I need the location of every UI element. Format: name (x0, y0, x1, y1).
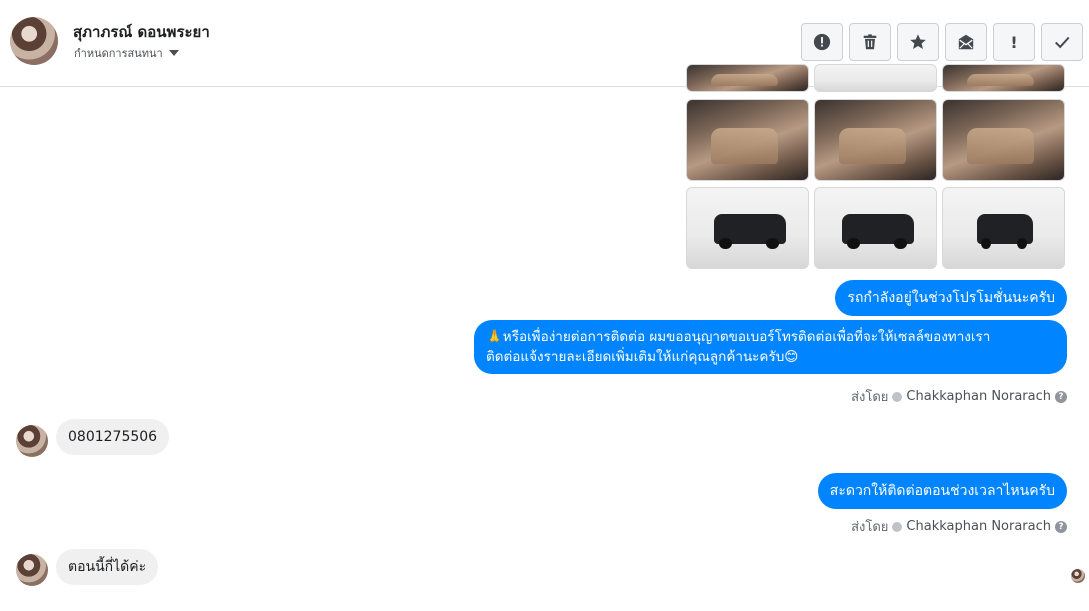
agent-name[interactable]: Chakkaphan Norarach (906, 519, 1051, 534)
verified-icon (892, 391, 903, 402)
assign-label: กำหนดการสนทนา (74, 47, 163, 60)
car-interior-photo[interactable] (686, 99, 809, 181)
car-exterior-photo[interactable] (686, 187, 809, 269)
contact-avatar-small[interactable] (16, 554, 48, 586)
delete-button[interactable] (849, 23, 891, 61)
mark-done-button[interactable] (1041, 23, 1083, 61)
outgoing-message[interactable]: สะดวกให้ติดต่อตอนช่วงเวลาไหนครับ (817, 473, 1067, 509)
contact-avatar[interactable] (10, 17, 58, 65)
car-exterior-photo[interactable] (942, 187, 1065, 269)
outgoing-message[interactable]: รถกำลังอยู่ในช่วงโปรโมชั่นนะครับ (835, 280, 1067, 316)
report-spam-button[interactable] (801, 23, 843, 61)
sent-by-label: ส่งโดย Chakkaphan Norarach ? (851, 516, 1067, 537)
help-icon[interactable]: ? (1055, 520, 1067, 533)
envelope-icon (958, 34, 974, 50)
exclamation-icon: ! (1010, 32, 1018, 52)
help-icon[interactable]: ? (1055, 390, 1067, 403)
checkmark-icon (1054, 36, 1070, 49)
car-interior-photo[interactable] (942, 99, 1065, 181)
follow-up-button[interactable]: ! (993, 23, 1035, 61)
alert-circle-icon (813, 33, 831, 51)
star-icon (910, 34, 926, 50)
toolbar: ! (801, 23, 1083, 61)
car-photo[interactable] (942, 64, 1065, 92)
star-button[interactable] (897, 23, 939, 61)
contact-name[interactable]: สุภาภรณ์ ดอนพระยา (73, 20, 210, 44)
trash-icon (863, 34, 877, 50)
message-line: 🙏หรือเพื่อง่ายต่อการติดต่อ ผมขออนุญาตขอเ… (486, 329, 991, 345)
outgoing-message[interactable]: 🙏หรือเพื่อง่ายต่อการติดต่อ ผมขออนุญาตขอเ… (474, 320, 1067, 374)
agent-name[interactable]: Chakkaphan Norarach (906, 389, 1051, 404)
car-photo[interactable] (686, 64, 809, 92)
sent-by-label: ส่งโดย Chakkaphan Norarach ? (851, 386, 1067, 407)
car-photo[interactable] (814, 64, 937, 92)
seen-indicator-avatar (1071, 569, 1085, 583)
incoming-message[interactable]: ตอนนี้กี่ได้ค่ะ (56, 549, 159, 585)
car-interior-photo[interactable] (814, 99, 937, 181)
sent-by-prefix: ส่งโดย (851, 520, 889, 535)
message-line: ติดต่อแจ้งรายละเอียดเพิ่มเติมให้แก่คุณลู… (486, 349, 799, 365)
car-exterior-photo[interactable] (814, 187, 937, 269)
assign-conversation-dropdown[interactable]: กำหนดการสนทนา (74, 44, 179, 62)
contact-avatar-small[interactable] (16, 425, 48, 457)
sent-by-prefix: ส่งโดย (851, 390, 889, 405)
mark-unread-button[interactable] (945, 23, 987, 61)
verified-icon (892, 521, 903, 532)
incoming-message[interactable]: 0801275506 (56, 419, 170, 455)
caret-down-icon (168, 50, 179, 56)
